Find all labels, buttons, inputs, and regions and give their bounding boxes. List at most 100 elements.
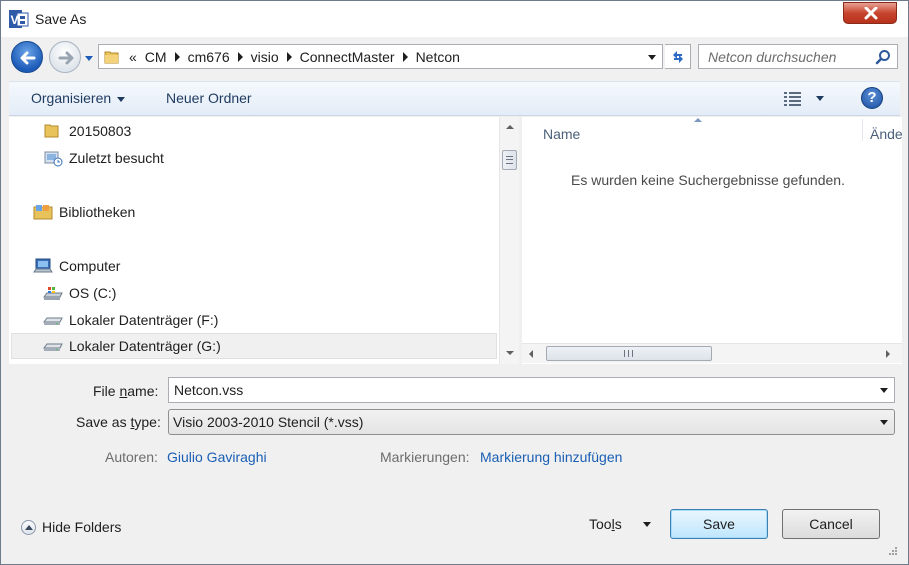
navigation-pane: 20150803 Zuletzt besucht Bibliotheken Co…	[9, 117, 499, 364]
libraries-icon	[33, 203, 53, 221]
tools-label: Too	[589, 516, 612, 532]
chevron-right-icon[interactable]	[174, 52, 180, 62]
nav-item-libraries[interactable]: Bibliotheken	[33, 199, 135, 225]
hide-folders-button[interactable]: Hide Folders	[21, 519, 121, 535]
breadcrumb-item[interactable]: Netcon	[412, 49, 464, 65]
file-list-scrollbar[interactable]	[522, 343, 902, 363]
change-view-button[interactable]	[783, 90, 831, 108]
nav-item-label: Bibliotheken	[59, 204, 136, 220]
grip-icon	[506, 156, 513, 164]
arrow-right-icon	[58, 51, 74, 65]
windows-drive-icon	[43, 284, 63, 302]
chevron-down-icon	[85, 56, 93, 61]
nav-item-label: Zuletzt besucht	[69, 150, 164, 166]
tools-menu-button[interactable]: Tools	[589, 516, 651, 532]
chevron-right-icon[interactable]	[237, 52, 243, 62]
svg-text:V: V	[11, 13, 19, 27]
scroll-up-icon[interactable]	[506, 125, 514, 129]
empty-message: Es wurden keine Suchergebnisse gefunden.	[571, 172, 845, 188]
file-name-combobox[interactable]	[168, 377, 895, 403]
cancel-button[interactable]: Cancel	[782, 509, 880, 539]
tools-label: s	[614, 516, 622, 532]
scrollbar-thumb[interactable]	[546, 346, 712, 361]
arrow-left-icon	[20, 51, 36, 65]
hide-folders-label: Hide Folders	[42, 519, 122, 535]
tags-value[interactable]: Markierung hinzufügen	[480, 449, 622, 465]
close-icon	[864, 7, 878, 20]
chevron-up-icon	[21, 519, 36, 535]
new-folder-button[interactable]: Neuer Ordner	[166, 90, 252, 106]
file-name-label-text: File	[93, 383, 120, 399]
address-bar[interactable]: « CM cm676 visio ConnectMaster Netcon	[98, 44, 663, 69]
command-bar: Organisieren Neuer Ordner ?	[9, 81, 900, 116]
title-bar: V Save As	[1, 1, 908, 37]
column-header-modified[interactable]: Ände	[870, 126, 903, 142]
save-as-type-select[interactable]: Visio 2003-2010 Stencil (*.vss)	[168, 409, 895, 435]
recent-locations-dropdown[interactable]	[83, 51, 95, 61]
computer-icon	[33, 257, 53, 275]
nav-item-drive-c[interactable]: OS (C:)	[43, 280, 116, 306]
drive-icon	[43, 311, 63, 329]
save-as-type-label-text: Save as	[76, 414, 131, 430]
breadcrumb-item[interactable]: visio	[247, 49, 283, 65]
refresh-button[interactable]	[665, 44, 691, 69]
save-button[interactable]: Save	[670, 509, 768, 539]
forward-button[interactable]	[49, 41, 81, 73]
authors-value[interactable]: Giulio Gaviraghi	[167, 449, 267, 465]
refresh-icon	[673, 51, 683, 63]
search-input[interactable]	[699, 45, 871, 68]
address-dropdown-icon[interactable]	[648, 55, 656, 60]
file-name-input[interactable]	[169, 378, 869, 402]
nav-item-recent[interactable]: Zuletzt besucht	[43, 145, 164, 171]
back-button[interactable]	[11, 41, 43, 73]
search-icon[interactable]	[875, 49, 891, 68]
nav-item-label: Lokaler Datenträger (G:)	[69, 338, 221, 354]
nav-item-computer[interactable]: Computer	[33, 253, 120, 279]
chevron-down-icon	[643, 522, 651, 527]
help-button[interactable]: ?	[861, 87, 883, 109]
chevron-down-icon	[880, 420, 888, 425]
breadcrumb-item[interactable]: CM	[141, 49, 171, 65]
scroll-down-icon[interactable]	[506, 351, 514, 355]
breadcrumb-overflow[interactable]: «	[125, 49, 141, 65]
navigation-pane-scrollbar[interactable]	[499, 117, 519, 364]
column-header-name[interactable]: Name	[543, 126, 580, 142]
chevron-right-icon[interactable]	[286, 52, 292, 62]
nav-item-label: Lokaler Datenträger (F:)	[69, 312, 219, 328]
nav-item-drive-f[interactable]: Lokaler Datenträger (F:)	[43, 307, 218, 333]
chevron-down-icon[interactable]	[880, 388, 888, 393]
chevron-right-icon[interactable]	[402, 52, 408, 62]
drive-icon	[43, 337, 63, 355]
nav-item-label: Computer	[59, 258, 121, 274]
close-button[interactable]	[843, 2, 897, 24]
scrollbar-thumb[interactable]	[502, 150, 517, 170]
nav-item-drive-g[interactable]: Lokaler Datenträger (G:)	[11, 333, 497, 359]
window-title: Save As	[35, 11, 87, 27]
file-name-label: File name:	[93, 383, 158, 399]
save-as-type-value: Visio 2003-2010 Stencil (*.vss)	[173, 414, 364, 430]
breadcrumb: « CM cm676 visio ConnectMaster Netcon	[125, 48, 464, 66]
file-name-label-text: ame:	[127, 383, 159, 399]
breadcrumb-item[interactable]: ConnectMaster	[296, 49, 399, 65]
scroll-right-icon[interactable]	[886, 350, 890, 358]
nav-item-20150803[interactable]: 20150803	[43, 118, 131, 144]
organise-label: Organisieren	[31, 90, 112, 106]
tags-label: Markierungen:	[380, 449, 470, 465]
save-as-dialog: V Save As « CM cm676 visio ConnectMaster…	[0, 0, 909, 565]
save-as-type-label-text: ype:	[134, 414, 161, 430]
grip-icon	[624, 350, 633, 357]
save-as-type-label: Save as type:	[76, 414, 161, 430]
column-divider[interactable]	[862, 119, 863, 141]
folder-icon	[43, 122, 63, 140]
column-header-row: Name Ände	[522, 117, 903, 147]
scroll-left-icon[interactable]	[529, 350, 533, 358]
visio-icon: V	[9, 9, 29, 29]
resize-grip-icon[interactable]	[886, 543, 898, 555]
nav-item-label: OS (C:)	[69, 285, 117, 301]
breadcrumb-item[interactable]: cm676	[184, 49, 234, 65]
details-view-icon	[784, 92, 801, 106]
folder-icon	[103, 48, 121, 69]
sort-ascending-icon	[694, 118, 702, 122]
search-box[interactable]	[698, 44, 898, 69]
organise-menu-button[interactable]: Organisieren	[31, 90, 126, 106]
